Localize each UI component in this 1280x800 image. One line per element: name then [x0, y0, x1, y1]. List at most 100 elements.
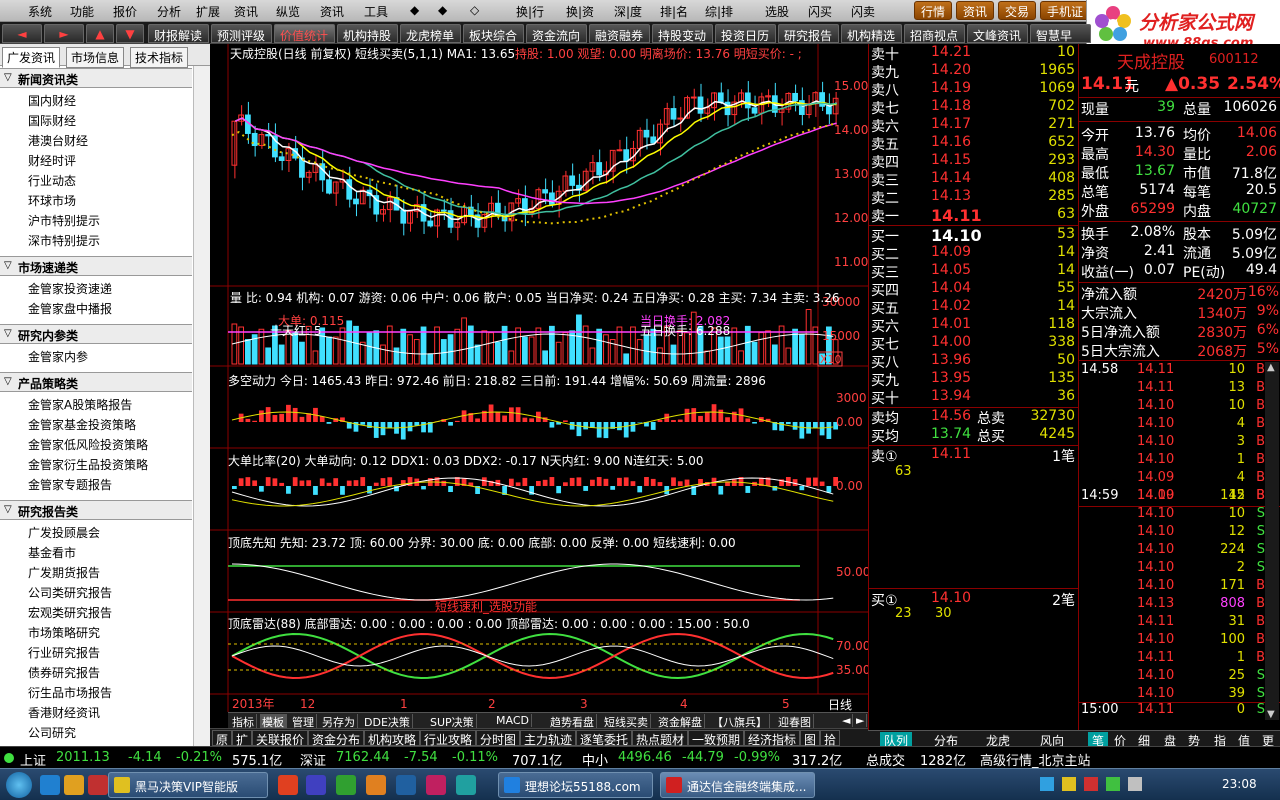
task-forum[interactable]: 理想论坛55188.com — [498, 772, 653, 798]
menu-item[interactable]: 换|资 — [566, 3, 594, 20]
news-item[interactable]: 金管家投资速递 — [28, 280, 112, 297]
scroll-down-icon[interactable]: ▼ — [1267, 709, 1275, 720]
news-item[interactable]: 行业动态 — [28, 172, 76, 189]
top-button[interactable]: 行情 — [914, 1, 953, 20]
volume-icon[interactable] — [1128, 777, 1142, 791]
news-item[interactable]: 基金看市 — [28, 544, 76, 561]
task-tdx[interactable]: 通达信金融终端集成... — [660, 772, 815, 798]
book-row[interactable]: 买九 13.95 135 — [869, 370, 1079, 389]
book-row[interactable]: 卖七 14.18 702 — [869, 98, 1079, 117]
feature-tab[interactable]: 机构精选 — [841, 24, 902, 43]
nav-forward-button[interactable]: ► — [44, 24, 84, 43]
folder-icon[interactable] — [64, 775, 84, 795]
scroll-up-icon[interactable]: ▲ — [1267, 362, 1275, 373]
nav-back-button[interactable]: ◄ — [2, 24, 42, 43]
book-row[interactable]: 买七 14.00 338 — [869, 334, 1079, 353]
menu-item[interactable]: 排|名 — [660, 3, 688, 20]
book-row[interactable]: 卖四 14.15 293 — [869, 152, 1079, 171]
book-row[interactable]: 卖五 14.16 652 — [869, 134, 1079, 153]
app6-icon[interactable] — [426, 775, 446, 795]
menu-item[interactable]: 报价 — [113, 3, 137, 20]
tick-scrollbar[interactable]: ▲ ▼ — [1265, 362, 1279, 720]
feature-tab[interactable]: 板块综合 — [463, 24, 524, 43]
book-row[interactable]: 买六 14.01 118 — [869, 316, 1079, 335]
command-button[interactable]: 一致预期 — [688, 730, 745, 747]
tray-icon[interactable] — [1106, 777, 1120, 791]
menu-item[interactable]: 工具 — [364, 3, 388, 20]
command-button[interactable]: 扩 — [232, 730, 253, 747]
book-row[interactable]: 卖九 14.20 1965 — [869, 62, 1079, 81]
feature-tab[interactable]: 预测评级 — [211, 24, 272, 43]
book-row[interactable]: 卖三 14.14 408 — [869, 170, 1079, 189]
news-item[interactable]: 金管家专题报告 — [28, 476, 112, 493]
app3-icon[interactable] — [336, 775, 356, 795]
app4-icon[interactable] — [366, 775, 386, 795]
news-item[interactable]: 广发期货报告 — [28, 564, 100, 581]
command-button[interactable]: 分时图 — [476, 730, 521, 747]
news-item[interactable]: 衍生品市场报告 — [28, 684, 112, 701]
feature-tab[interactable]: 融资融券 — [589, 24, 650, 43]
nav-up-button[interactable]: ▲ — [86, 24, 114, 43]
sell1-queue-row[interactable]: 卖① 14.11 1笔 — [869, 446, 1079, 465]
news-item[interactable]: 沪市特别提示 — [28, 212, 100, 229]
news-item[interactable]: 金管家基金投资策略 — [28, 416, 136, 433]
news-item[interactable]: 公司类研究报告 — [28, 584, 112, 601]
command-button[interactable]: 图 — [800, 730, 821, 747]
menu-item[interactable]: ◆ — [410, 3, 419, 17]
menu-item[interactable]: 综|排 — [705, 3, 733, 20]
menu-item[interactable]: 换|行 — [516, 3, 544, 20]
menu-item[interactable]: 深|度 — [614, 3, 642, 20]
news-item[interactable]: 金管家衍生品投资策略 — [28, 456, 148, 473]
command-button[interactable]: 逐笔委托 — [576, 730, 633, 747]
command-button[interactable]: 关联报价 — [252, 730, 309, 747]
menu-item[interactable]: 闪卖 — [851, 3, 875, 20]
book-row[interactable]: 买八 13.96 50 — [869, 352, 1079, 371]
news-item[interactable]: 港澳台财经 — [28, 132, 88, 149]
start-button-icon[interactable] — [6, 772, 32, 798]
menu-item[interactable]: 资讯 — [320, 3, 344, 20]
menu-item[interactable]: 功能 — [70, 3, 94, 20]
book-row[interactable]: 卖二 14.13 285 — [869, 188, 1079, 207]
feature-tab[interactable]: 投资日历 — [715, 24, 776, 43]
tray-icon[interactable] — [1084, 777, 1098, 791]
news-panel-tab[interactable]: 广发资讯 — [2, 47, 61, 68]
command-button[interactable]: 机构攻略 — [364, 730, 421, 747]
book-row[interactable]: 买二 14.09 14 — [869, 244, 1079, 263]
news-section-header[interactable]: ▽ 研究报告类 — [0, 500, 192, 520]
command-button[interactable]: 原 — [212, 730, 233, 747]
tab-scroll-right-icon[interactable]: ► — [854, 714, 868, 727]
news-item[interactable]: 金管家低风险投资策略 — [28, 436, 148, 453]
app5-icon[interactable] — [396, 775, 416, 795]
top-button[interactable]: 手机证 — [1040, 1, 1091, 20]
menu-item[interactable]: ◆ — [438, 3, 447, 17]
command-button[interactable]: 资金分布 — [308, 730, 365, 747]
news-item[interactable]: 行业研究报告 — [28, 644, 100, 661]
book-row[interactable]: 买一 14.10 53 — [869, 226, 1079, 245]
command-button[interactable]: 热点题材 — [632, 730, 689, 747]
book-row[interactable]: 卖一 14.11 63 — [869, 206, 1079, 225]
news-item[interactable]: 深市特别提示 — [28, 232, 100, 249]
task-heima[interactable]: 黑马决策VIP智能版 — [108, 772, 268, 798]
feature-tab[interactable]: 文峰资讯 — [967, 24, 1028, 43]
command-button[interactable]: 行业攻略 — [420, 730, 477, 747]
news-item[interactable]: 国际财经 — [28, 112, 76, 129]
app2-icon[interactable] — [306, 775, 326, 795]
nav-down-button[interactable]: ▼ — [116, 24, 144, 43]
news-item[interactable]: 市场策略研究 — [28, 624, 100, 641]
news-section-header[interactable]: ▽ 市场速递类 — [0, 256, 192, 276]
news-item[interactable]: 金管家盘中播报 — [28, 300, 112, 317]
menu-item[interactable]: 选股 — [765, 3, 789, 20]
news-item[interactable]: 国内财经 — [28, 92, 76, 109]
media-icon[interactable] — [88, 775, 108, 795]
feature-tab[interactable]: 招商视点 — [904, 24, 965, 43]
book-row[interactable]: 卖十 14.21 10 — [869, 44, 1079, 63]
period-label[interactable]: 日线 — [828, 696, 852, 713]
news-item[interactable]: 金管家A股策略报告 — [28, 396, 132, 413]
book-row[interactable]: 买十 13.94 36 — [869, 388, 1079, 407]
news-panel-tab[interactable]: 技术指标 — [130, 47, 189, 68]
news-item[interactable]: 公司研究 — [28, 724, 76, 741]
indicator-tab[interactable]: MACD — [494, 714, 532, 727]
news-panel-scrollbar[interactable] — [193, 66, 210, 746]
menu-item[interactable]: 纵览 — [276, 3, 300, 20]
kline-chart-area[interactable]: 15.00 14.00 13.00 12.00 11.00 30000 15000 X10 30… — [210, 44, 868, 712]
